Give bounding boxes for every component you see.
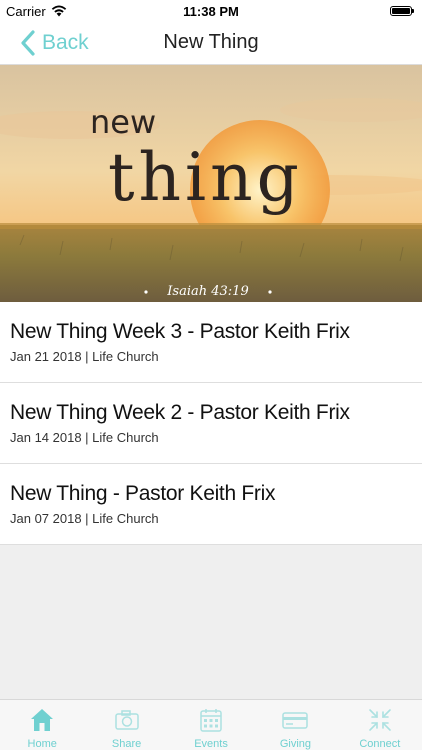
sermon-title: New Thing Week 2 - Pastor Keith Frix — [10, 401, 350, 424]
tab-label: Connect — [359, 738, 401, 750]
sermon-title: New Thing - Pastor Keith Frix — [10, 482, 276, 505]
status-bar: Carrier 11:38 PM — [0, 0, 422, 22]
tab-label: Share — [111, 738, 142, 750]
banner-word-new: new — [90, 103, 156, 141]
sermon-subtitle: Jan 07 2018 | Life Church — [10, 511, 159, 526]
tab-bar: Home Share Events Giving Connect — [0, 699, 422, 750]
camera-icon — [114, 710, 139, 730]
tab-label: Giving — [279, 738, 312, 750]
list-item[interactable]: New Thing Week 3 - Pastor Keith Frix Jan… — [0, 302, 422, 383]
banner-verse: Isaiah 43:19 — [166, 284, 248, 299]
sermon-subtitle: Jan 21 2018 | Life Church — [10, 349, 159, 364]
sermon-list: New Thing Week 3 - Pastor Keith Frix Jan… — [0, 302, 422, 545]
list-item[interactable]: New Thing Week 2 - Pastor Keith Frix Jan… — [0, 383, 422, 464]
tab-share[interactable]: Share — [84, 700, 168, 750]
tab-giving[interactable]: Giving — [253, 700, 337, 750]
series-banner-image: new thing Isaiah 43:19 — [0, 65, 422, 302]
calendar-icon — [200, 709, 222, 732]
credit-card-icon — [282, 712, 309, 729]
tab-label: Events — [194, 738, 228, 750]
page-title: New Thing — [163, 31, 259, 53]
sermon-title: New Thing Week 3 - Pastor Keith Frix — [10, 320, 350, 343]
sermon-subtitle: Jan 14 2018 | Life Church — [10, 430, 159, 445]
tab-label: Home — [27, 738, 57, 750]
list-item[interactable]: New Thing - Pastor Keith Frix Jan 07 201… — [0, 464, 422, 545]
navigation-bar: Back New Thing — [0, 22, 422, 65]
banner-word-thing: thing — [108, 139, 303, 216]
clock-time: 11:38 PM — [183, 4, 239, 19]
home-icon — [31, 709, 54, 731]
tab-home[interactable]: Home — [0, 700, 84, 750]
tab-events[interactable]: Events — [169, 700, 253, 750]
battery-icon — [390, 6, 414, 16]
connect-arrows-icon — [369, 709, 391, 731]
tab-connect[interactable]: Connect — [338, 700, 422, 750]
